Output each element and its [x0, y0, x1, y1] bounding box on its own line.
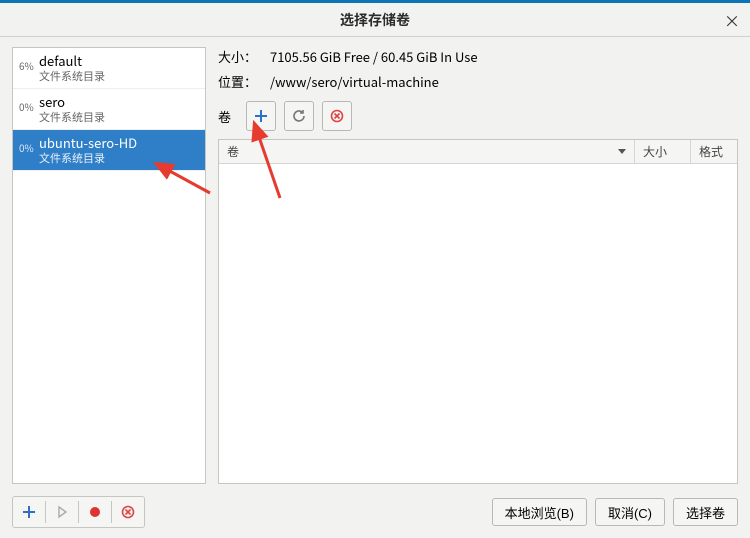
delete-icon — [330, 109, 344, 123]
column-volume-label: 卷 — [227, 143, 239, 160]
volume-list[interactable]: 卷 大小 格式 — [218, 139, 738, 484]
stop-icon — [88, 505, 102, 519]
pool-item-sero[interactable]: 0% sero 文件系统目录 — [13, 89, 205, 130]
storage-pool-list[interactable]: 6% default 文件系统目录 0% sero 文件系统目录 0% ubun… — [12, 47, 206, 484]
local-browse-button[interactable]: 本地浏览(B) — [492, 498, 587, 526]
volume-label: 卷 — [218, 107, 238, 126]
volume-list-header: 卷 大小 格式 — [219, 140, 737, 164]
column-format[interactable]: 格式 — [691, 140, 737, 163]
pool-name: default — [39, 52, 199, 69]
start-pool-button[interactable] — [48, 499, 76, 525]
add-pool-button[interactable] — [15, 499, 43, 525]
delete-volume-button[interactable] — [322, 101, 352, 131]
pool-usage-pct: 6% — [19, 52, 39, 73]
pool-item-ubuntu-sero-hd[interactable]: 0% ubuntu-sero-HD 文件系统目录 — [13, 130, 205, 171]
titlebar: 选择存储卷 × — [0, 3, 750, 37]
sort-indicator-icon — [618, 149, 626, 154]
delete-pool-button[interactable] — [114, 499, 142, 525]
plus-icon — [254, 109, 268, 123]
refresh-icon — [292, 109, 306, 123]
window-title: 选择存储卷 — [340, 10, 410, 30]
refresh-button[interactable] — [284, 101, 314, 131]
pool-toolbar — [12, 496, 145, 528]
column-size[interactable]: 大小 — [635, 140, 691, 163]
pool-usage-pct: 0% — [19, 134, 39, 155]
cancel-button[interactable]: 取消(C) — [595, 498, 665, 526]
volume-list-body — [219, 164, 737, 483]
pool-type: 文件系统目录 — [39, 69, 199, 84]
size-label: 大小： — [218, 47, 270, 66]
location-label: 位置： — [218, 72, 270, 91]
delete-icon — [121, 505, 135, 519]
choose-volume-button[interactable]: 选择卷 — [673, 498, 738, 526]
stop-pool-button[interactable] — [81, 499, 109, 525]
pool-name: ubuntu-sero-HD — [39, 134, 199, 151]
play-icon — [55, 505, 69, 519]
location-value: /www/sero/virtual-machine — [270, 72, 738, 91]
plus-icon — [22, 505, 36, 519]
pool-type: 文件系统目录 — [39, 110, 199, 125]
pool-name: sero — [39, 93, 199, 110]
pool-type: 文件系统目录 — [39, 151, 199, 166]
size-value: 7105.56 GiB Free / 60.45 GiB In Use — [270, 47, 738, 66]
pool-item-default[interactable]: 6% default 文件系统目录 — [13, 48, 205, 89]
add-volume-button[interactable] — [246, 101, 276, 131]
column-volume[interactable]: 卷 — [219, 140, 635, 163]
close-icon[interactable]: × — [724, 8, 740, 32]
pool-usage-pct: 0% — [19, 93, 39, 114]
